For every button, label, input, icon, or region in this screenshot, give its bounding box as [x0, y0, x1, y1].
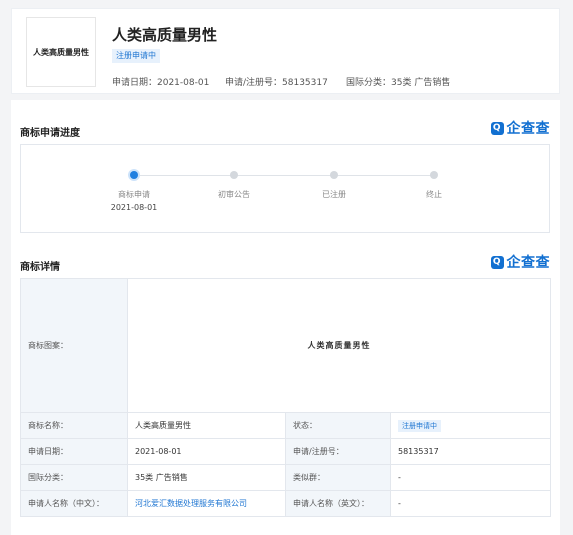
step-dot-terminated	[430, 171, 438, 179]
applicant-en-label: 申请人名称（英文）：	[285, 490, 391, 517]
applicant-link[interactable]: 河北爱汇数据处理服务有限公司	[135, 499, 247, 508]
step-label-preliminary: 初审公告	[218, 190, 250, 199]
class-value: 35类 广告销售	[127, 464, 286, 491]
status-label: 状态：	[285, 412, 391, 439]
step-label-applied: 商标申请	[118, 190, 150, 199]
table-row: 申请日期： 2021-08-01 申请/注册号： 58135317	[20, 438, 551, 465]
step-dot-applied	[130, 171, 138, 179]
applicant-cn-value: 河北爱汇数据处理服务有限公司	[127, 490, 286, 517]
step-label-terminated: 终止	[426, 190, 442, 199]
applicant-cn-label: 申请人名称（中文）：	[20, 490, 128, 517]
applicant-en-value: -	[390, 490, 551, 517]
reg-no-label: 申请/注册号：	[285, 438, 391, 465]
trademark-header-card: 人类高质量男性 人类高质量男性 注册申请中 申请日期：2021-08-01 申请…	[11, 8, 560, 94]
name-value: 人类高质量男性	[127, 412, 286, 439]
apply-date-meta: 申请日期：2021-08-01	[112, 78, 210, 88]
reg-no-meta: 申请/注册号：58135317	[225, 78, 328, 88]
qcc-logo-text: 企查查	[506, 255, 550, 271]
trademark-thumbnail[interactable]: 人类高质量男性	[26, 17, 96, 87]
table-row: 申请人名称（中文）： 河北爱汇数据处理服务有限公司 申请人名称（英文）： -	[20, 490, 551, 517]
similar-group-label: 类似群：	[285, 464, 391, 491]
apply-date-value: 2021-08-01	[127, 438, 286, 465]
details-section-title: 商标详情	[20, 262, 60, 273]
step-dot-registered	[330, 171, 338, 179]
trademark-title: 人类高质量男性	[112, 26, 218, 44]
class-meta: 国际分类：35类 广告销售	[346, 78, 451, 88]
qcc-logo-icon: Q	[490, 121, 504, 135]
reg-no-value: 58135317	[390, 438, 551, 465]
qcc-logo[interactable]: Q 企查查	[490, 120, 551, 137]
progress-section-title: 商标申请进度	[20, 128, 80, 139]
details-table: 商标图案： 人类高质量男性 商标名称： 人类高质量男性 状态： 注册申请中 申请…	[20, 278, 551, 517]
table-row: 国际分类： 35类 广告销售 类似群： -	[20, 464, 551, 491]
apply-date-label: 申请日期：	[20, 438, 128, 465]
image-label: 商标图案：	[20, 278, 128, 413]
step-dot-preliminary	[230, 171, 238, 179]
similar-group-value: -	[390, 464, 551, 491]
qcc-logo-text: 企查查	[506, 121, 550, 137]
table-row: 商标图案： 人类高质量男性	[20, 278, 551, 413]
table-row: 商标名称： 人类高质量男性 状态： 注册申请中	[20, 412, 551, 439]
trademark-main-card: 商标申请进度 Q 企查查 商标申请 初审公告 已注册 终止 2021-08-01…	[11, 100, 560, 535]
qcc-logo-icon: Q	[490, 255, 504, 269]
step-date-applied: 2021-08-01	[110, 203, 158, 212]
trademark-image[interactable]: 人类高质量男性	[127, 278, 551, 413]
qcc-logo[interactable]: Q 企查查	[490, 254, 551, 271]
status-badge: 注册申请中	[112, 49, 160, 63]
step-label-registered: 已注册	[322, 190, 346, 199]
status-cell: 注册申请中	[390, 412, 551, 439]
name-label: 商标名称：	[20, 412, 128, 439]
status-badge: 注册申请中	[398, 419, 441, 432]
progress-line	[134, 175, 434, 176]
class-label: 国际分类：	[20, 464, 128, 491]
progress-tracker: 商标申请 初审公告 已注册 终止 2021-08-01	[20, 144, 550, 233]
